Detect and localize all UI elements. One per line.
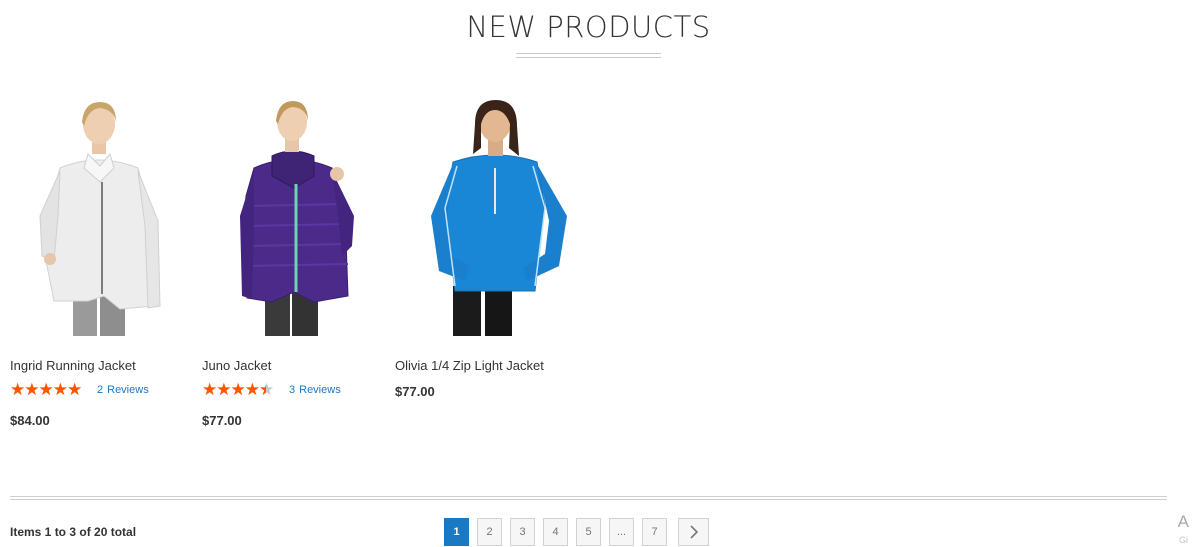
product-image-juno[interactable] bbox=[202, 96, 382, 336]
reviews-link[interactable]: 3 Reviews bbox=[289, 384, 341, 396]
rating-stars: ★★★★★ ★★★★★ bbox=[202, 380, 274, 399]
product-item: Ingrid Running Jacket ★★★★★ ★★★★★ 2 Revie… bbox=[10, 96, 190, 428]
pagination: 1 2 3 4 5 ... 7 bbox=[444, 518, 717, 546]
page-3[interactable]: 3 bbox=[510, 518, 535, 546]
corner-letter: A bbox=[1177, 512, 1189, 531]
page-jump-ellipsis[interactable]: ... bbox=[609, 518, 634, 546]
page-2[interactable]: 2 bbox=[477, 518, 502, 546]
rating-summary: ★★★★★ ★★★★★ 2 Reviews bbox=[10, 381, 149, 399]
reviews-link[interactable]: 2 Reviews bbox=[97, 384, 149, 396]
toolbar-amount: Items 1 to 3 of 20 total bbox=[10, 525, 137, 539]
corner-subtext: Gi bbox=[1179, 535, 1188, 545]
product-price: $77.00 bbox=[395, 384, 435, 399]
product-name-link[interactable]: Olivia 1/4 Zip Light Jacket bbox=[395, 358, 544, 373]
page-1: 1 bbox=[444, 518, 469, 546]
toolbar-divider bbox=[10, 496, 1167, 500]
section-title: NEW PRODUCTS bbox=[466, 10, 711, 44]
rating-summary: ★★★★★ ★★★★★ 3Reviews bbox=[202, 381, 341, 399]
rating-stars: ★★★★★ ★★★★★ bbox=[10, 380, 82, 399]
page-4[interactable]: 4 bbox=[543, 518, 568, 546]
product-item: Olivia 1/4 Zip Light Jacket $77.00 bbox=[395, 96, 575, 399]
product-image-ingrid[interactable] bbox=[10, 96, 190, 336]
product-price: $77.00 bbox=[202, 413, 242, 428]
product-name-link[interactable]: Ingrid Running Jacket bbox=[10, 358, 136, 373]
page-7[interactable]: 7 bbox=[642, 518, 667, 546]
product-image-olivia[interactable] bbox=[395, 96, 575, 336]
next-page-button[interactable] bbox=[678, 518, 709, 546]
title-divider bbox=[516, 53, 661, 58]
product-item: Juno Jacket ★★★★★ ★★★★★ 3Reviews $77.00 bbox=[202, 96, 382, 428]
chevron-right-icon bbox=[689, 525, 698, 539]
product-name-link[interactable]: Juno Jacket bbox=[202, 358, 271, 373]
product-price: $84.00 bbox=[10, 413, 50, 428]
page-5[interactable]: 5 bbox=[576, 518, 601, 546]
